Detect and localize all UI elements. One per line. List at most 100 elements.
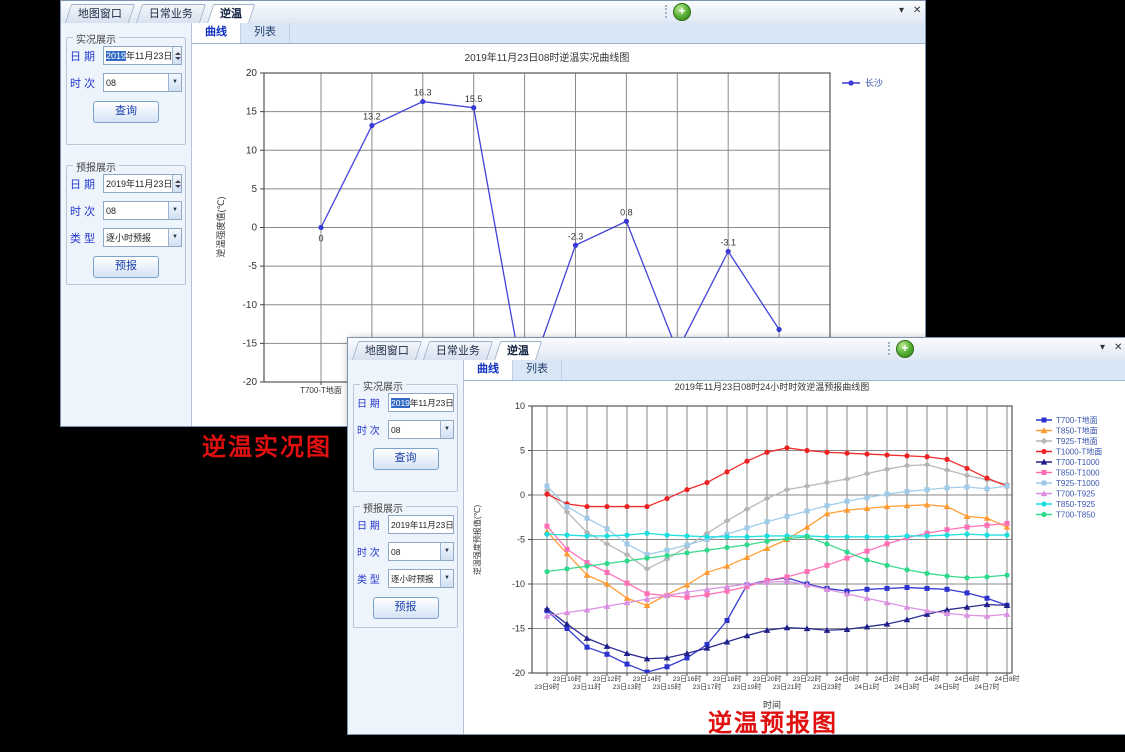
type-label: 类 型 xyxy=(70,230,103,246)
tab-daily-business[interactable]: 日常业务 xyxy=(423,341,493,360)
date-label: 日 期 xyxy=(357,395,388,410)
chart-pane: 曲线 列表 1050-5-10-15-2023日9时23日10时23日11时23… xyxy=(464,360,1125,734)
svg-text:0: 0 xyxy=(520,490,525,500)
svg-text:-3.1: -3.1 xyxy=(720,237,736,247)
svg-text:-15: -15 xyxy=(512,624,525,634)
svg-text:-20: -20 xyxy=(243,377,258,388)
minimize-icon[interactable]: ▾ xyxy=(899,5,904,17)
minimize-icon[interactable]: ▾ xyxy=(1100,342,1105,354)
svg-text:23日16时: 23日16时 xyxy=(673,674,702,683)
tab-inversion[interactable]: 逆温 xyxy=(494,341,542,361)
type-select[interactable]: 逐小时预报 ▼ xyxy=(103,228,182,247)
type-select[interactable]: 逐小时预报 ▼ xyxy=(388,569,454,588)
group-title: 实况展示 xyxy=(360,378,406,393)
svg-text:23日14时: 23日14时 xyxy=(633,674,662,683)
close-icon[interactable]: ✕ xyxy=(913,5,921,17)
time-label: 时 次 xyxy=(70,75,103,91)
tab-label: 逆温 xyxy=(507,342,529,360)
tab-map-window[interactable]: 地图窗口 xyxy=(65,4,135,23)
svg-text:T850-T1000: T850-T1000 xyxy=(1056,468,1100,477)
tab-curve[interactable]: 曲线 xyxy=(464,360,513,380)
dropdown-arrow-icon[interactable]: ▼ xyxy=(168,74,181,91)
query-button[interactable]: 查询 xyxy=(373,448,439,470)
time-label: 时 次 xyxy=(357,422,388,437)
svg-text:0: 0 xyxy=(318,234,323,244)
date-selected-text: 2019 xyxy=(106,51,126,61)
date-label: 日 期 xyxy=(70,176,103,192)
type-text: 逐小时预报 xyxy=(391,573,434,585)
time-select[interactable]: 08 ▼ xyxy=(103,201,182,220)
svg-text:23日15时: 23日15时 xyxy=(653,682,682,691)
date-input[interactable]: 2019年11月23日 ▼ xyxy=(388,515,454,534)
svg-text:长沙: 长沙 xyxy=(865,77,883,88)
svg-text:-10: -10 xyxy=(243,300,258,311)
toolbar-grip xyxy=(888,342,893,355)
svg-text:23日10时: 23日10时 xyxy=(553,674,582,683)
svg-text:20: 20 xyxy=(246,68,258,79)
svg-text:23日20时: 23日20时 xyxy=(753,674,782,683)
query-button[interactable]: 查询 xyxy=(93,101,159,123)
svg-text:-5: -5 xyxy=(517,535,525,545)
group-title: 预报展示 xyxy=(73,159,119,174)
date-input[interactable]: 2019年11月23日 ▼ xyxy=(103,46,182,65)
time-select[interactable]: 08 ▼ xyxy=(103,73,182,92)
svg-text:13.2: 13.2 xyxy=(363,112,381,122)
svg-text:24日4时: 24日4时 xyxy=(915,674,940,683)
tab-curve[interactable]: 曲线 xyxy=(192,23,241,43)
add-tab-button[interactable]: + xyxy=(896,340,914,358)
live-display-group: 实况展示 日 期 2019年11月23日 ▼ 时 次 08 ▼ 查询 xyxy=(353,384,458,492)
dropdown-arrow-icon[interactable]: ▼ xyxy=(440,421,453,438)
spinner-icon[interactable] xyxy=(172,47,182,64)
svg-text:23日22时: 23日22时 xyxy=(793,674,822,683)
time-text: 08 xyxy=(106,78,116,88)
svg-text:16.3: 16.3 xyxy=(414,88,432,98)
svg-text:T850-T925: T850-T925 xyxy=(1056,500,1096,509)
svg-text:24日7时: 24日7时 xyxy=(975,682,1000,691)
forecast-button[interactable]: 预报 xyxy=(93,256,159,278)
close-icon[interactable]: ✕ xyxy=(1114,342,1122,354)
type-text: 逐小时预报 xyxy=(106,231,151,244)
tab-label: 地图窗口 xyxy=(365,342,409,360)
inner-tab-bar: 曲线 列表 xyxy=(192,23,925,44)
svg-text:10: 10 xyxy=(515,401,525,411)
svg-text:5: 5 xyxy=(520,446,525,456)
tab-list[interactable]: 列表 xyxy=(513,360,562,380)
group-title: 实况展示 xyxy=(73,31,119,46)
dropdown-arrow-icon[interactable]: ▼ xyxy=(440,543,453,560)
add-tab-button[interactable]: + xyxy=(673,3,691,21)
svg-text:24日8时: 24日8时 xyxy=(995,674,1020,683)
svg-text:2019年11月23日08时逆温实况曲线图: 2019年11月23日08时逆温实况曲线图 xyxy=(465,51,630,64)
spinner-icon[interactable] xyxy=(172,175,182,192)
time-text: 08 xyxy=(391,547,400,557)
window-tab-strip: 地图窗口 日常业务 逆温 + ▾ ✕ xyxy=(348,338,1125,361)
type-label: 类 型 xyxy=(357,571,388,586)
tab-daily-business[interactable]: 日常业务 xyxy=(136,4,206,23)
svg-text:T700-T925: T700-T925 xyxy=(1056,489,1096,498)
time-select[interactable]: 08 ▼ xyxy=(388,420,454,439)
date-input[interactable]: 2019年11月23日 ▼ xyxy=(103,174,182,193)
svg-text:-20: -20 xyxy=(512,668,525,678)
tab-label: 日常业务 xyxy=(436,342,480,360)
tab-inversion[interactable]: 逆温 xyxy=(207,4,255,24)
forecast-display-group: 预报展示 日 期 2019年11月23日 ▼ 时 次 08 ▼ 类 型 xyxy=(353,506,458,628)
svg-text:T700-T850: T700-T850 xyxy=(1056,510,1096,519)
svg-text:10: 10 xyxy=(246,145,258,156)
dropdown-arrow-icon[interactable]: ▼ xyxy=(168,229,181,246)
svg-text:24日1时: 24日1时 xyxy=(855,682,880,691)
time-select[interactable]: 08 ▼ xyxy=(388,542,454,561)
tab-list[interactable]: 列表 xyxy=(241,23,290,43)
dropdown-arrow-icon[interactable]: ▼ xyxy=(168,202,181,219)
date-text: 年11月23日 xyxy=(126,49,172,62)
svg-text:逆温强度预报值(℃): 逆温强度预报值(℃) xyxy=(472,505,482,576)
date-input[interactable]: 2019年11月23日 ▼ xyxy=(388,393,454,412)
desktop: { "back_window": { "window_tabs": ["地图窗口… xyxy=(0,0,1125,752)
svg-text:T925-T地面: T925-T地面 xyxy=(1056,436,1098,446)
tab-map-window[interactable]: 地图窗口 xyxy=(352,341,422,360)
svg-text:23日18时: 23日18时 xyxy=(713,674,742,683)
svg-text:23日12时: 23日12时 xyxy=(593,674,622,683)
forecast-button[interactable]: 预报 xyxy=(373,597,439,619)
svg-text:15: 15 xyxy=(246,107,258,118)
tab-label: 日常业务 xyxy=(149,5,193,23)
dropdown-arrow-icon[interactable]: ▼ xyxy=(440,570,453,587)
svg-text:T700-T地面: T700-T地面 xyxy=(1056,415,1098,425)
